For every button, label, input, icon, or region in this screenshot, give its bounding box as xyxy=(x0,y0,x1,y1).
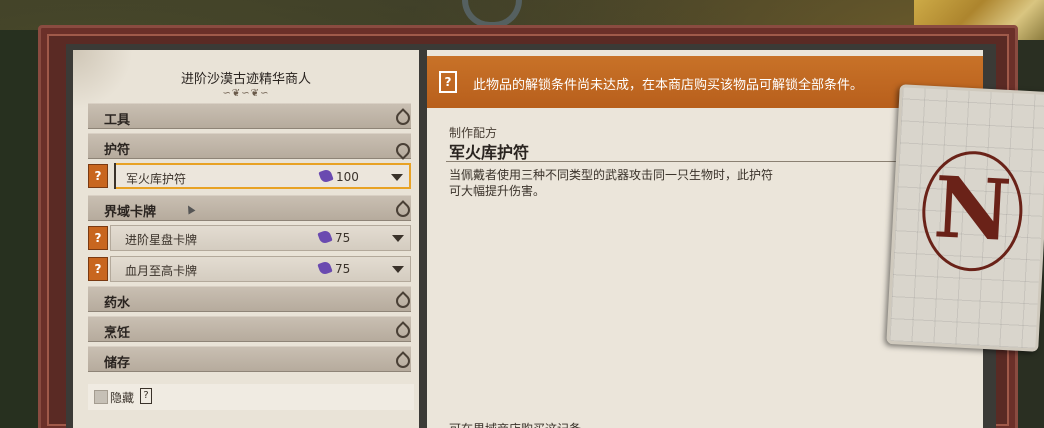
description-line: 当佩戴者使用三种不同类型的武器攻击同一只生物时，此护符 xyxy=(449,168,774,182)
item-bar[interactable]: 军火库护符 100 xyxy=(110,163,411,189)
item-name: 血月至高卡牌 xyxy=(125,264,198,278)
item-description: 当佩戴者使用三种不同类型的武器攻击同一只生物时，此护符 可大幅提升伤害。 xyxy=(449,167,819,199)
locked-recipe-icon: ? xyxy=(88,164,108,188)
dropdown-arrow-icon[interactable] xyxy=(391,174,403,181)
recipe-card-preview: N xyxy=(886,84,1044,352)
locked-recipe-icon: ? xyxy=(88,257,108,281)
footer-text: 可在界域商店购买这记备 xyxy=(449,420,581,428)
item-price: 100 xyxy=(336,170,359,184)
shop-item-blood-moon-card[interactable]: ? 血月至高卡牌 75 xyxy=(88,256,411,282)
category-charms[interactable]: 护符 xyxy=(88,133,411,159)
title-flourish: ∽❦∽❦∽ xyxy=(222,88,270,99)
essence-currency-icon xyxy=(317,260,333,276)
category-tools[interactable]: 工具 xyxy=(88,103,411,129)
hide-locked-toggle[interactable]: 隐藏 ? xyxy=(88,384,414,410)
item-name: 进阶星盘卡牌 xyxy=(125,233,198,247)
item-price: 75 xyxy=(335,231,351,245)
locked-recipe-icon: ? xyxy=(88,226,108,250)
selection-stripe xyxy=(110,163,116,189)
category-label: 储存 xyxy=(104,356,131,371)
category-label: 护符 xyxy=(104,143,131,158)
chevron-down-icon xyxy=(395,290,407,308)
chevron-up-icon xyxy=(395,137,407,155)
item-name: 军火库护符 xyxy=(126,172,187,186)
locked-recipe-icon: ? xyxy=(140,388,152,404)
shop-item-armory-charm[interactable]: ? 军火库护符 100 xyxy=(88,163,411,189)
description-line: 可大幅提升伤害。 xyxy=(449,184,546,198)
essence-currency-icon xyxy=(318,168,334,184)
category-storage[interactable]: 储存 xyxy=(88,346,411,372)
category-potions[interactable]: 药水 xyxy=(88,286,411,312)
locked-recipe-icon: ? xyxy=(439,71,457,93)
item-bar[interactable]: 进阶星盘卡牌 75 xyxy=(110,225,411,251)
title-divider xyxy=(446,161,916,162)
category-label: 工具 xyxy=(104,113,131,128)
dropdown-arrow-icon[interactable] xyxy=(392,235,404,242)
category-cooking[interactable]: 烹饪 xyxy=(88,316,411,342)
category-label: 烹饪 xyxy=(104,326,131,341)
mouse-cursor-icon xyxy=(184,203,196,215)
card-letter: N xyxy=(931,157,1014,261)
chevron-down-icon xyxy=(395,320,407,338)
hide-label: 隐藏 xyxy=(110,391,135,405)
chevron-down-icon xyxy=(395,350,407,368)
chevron-down-icon xyxy=(395,107,407,125)
essence-currency-icon xyxy=(317,229,333,245)
item-bar[interactable]: 血月至高卡牌 75 xyxy=(110,256,411,282)
dropdown-arrow-icon[interactable] xyxy=(392,266,404,273)
category-realm-cards[interactable]: 界域卡牌 xyxy=(88,195,411,221)
category-label: 药水 xyxy=(104,296,131,311)
hide-checkbox[interactable] xyxy=(94,390,108,404)
merchant-title: 进阶沙漠古迹精华商人 xyxy=(180,72,311,87)
item-title: 军火库护符 xyxy=(449,143,530,162)
category-label: 界域卡牌 xyxy=(104,205,157,220)
shop-item-astrolabe-card[interactable]: ? 进阶星盘卡牌 75 xyxy=(88,225,411,251)
unlock-warning-text: 此物品的解锁条件尚未达成，在本商店购买该物品可解锁全部条件。 xyxy=(473,78,864,93)
chevron-down-icon xyxy=(395,199,407,217)
pillar-left xyxy=(0,30,38,428)
ring-decoration xyxy=(462,0,522,28)
item-price: 75 xyxy=(335,262,351,276)
